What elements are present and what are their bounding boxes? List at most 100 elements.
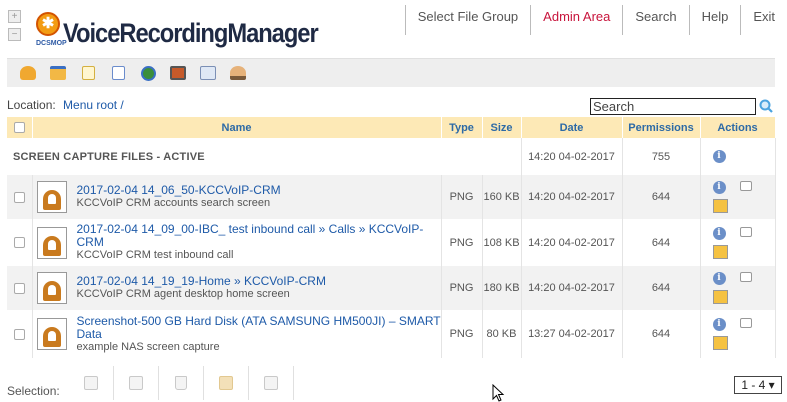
file-date: 14:20 04-02-2017 [521, 219, 623, 266]
row-checkbox[interactable] [13, 237, 25, 249]
row-checkbox[interactable] [13, 191, 25, 203]
table-row[interactable]: 2017-02-04 14_06_50-KCCVoIP-CRM KCCVoIP … [7, 175, 776, 219]
selection-label: Selection: [7, 384, 60, 398]
archive-selection-button[interactable] [249, 366, 294, 400]
gallery-icon [170, 66, 186, 80]
top-navigation: Select File Group Admin Area Search Help… [404, 5, 787, 35]
group-row[interactable]: SCREEN CAPTURE FILES - ACTIVE 14:20 04-0… [7, 138, 776, 175]
lock-selection-button[interactable] [204, 366, 249, 400]
logo-mark-icon: ✱ [36, 12, 60, 36]
edit-icon[interactable] [739, 272, 752, 282]
download-icon[interactable] [712, 244, 728, 259]
upload-icon [111, 66, 125, 80]
globe-button[interactable] [133, 62, 163, 84]
edit-icon[interactable] [739, 181, 752, 191]
details-view-icon [200, 66, 216, 80]
info-icon[interactable]: i [712, 226, 726, 240]
location-path-link[interactable]: Menu root / [63, 98, 124, 112]
search-input[interactable] [590, 98, 756, 115]
move-icon [129, 376, 143, 390]
file-name-link[interactable]: 2017-02-04 14_09_00-IBC_ test inbound ca… [77, 223, 441, 249]
mouse-cursor-icon [492, 384, 505, 402]
file-thumbnail-icon[interactable] [36, 226, 67, 259]
select-all-cell[interactable] [7, 117, 33, 138]
header-date[interactable]: Date [521, 117, 623, 138]
selection-actions [69, 366, 294, 400]
file-thumbnail-icon[interactable] [36, 181, 67, 213]
group-date: 14:20 04-02-2017 [521, 138, 623, 175]
new-file-button[interactable] [73, 62, 103, 84]
users-icon [230, 66, 246, 80]
nav-admin-area[interactable]: Admin Area [530, 5, 622, 35]
header-size[interactable]: Size [482, 117, 522, 138]
header-actions: Actions [700, 117, 776, 138]
file-description: KCCVoIP CRM agent desktop home screen [76, 288, 290, 300]
file-thumbnail-icon[interactable] [36, 318, 67, 350]
search-icon[interactable] [759, 99, 773, 113]
table-row[interactable]: Screenshot-500 GB Hard Disk (ATA SAMSUNG… [7, 310, 776, 358]
up-folder-icon [20, 66, 36, 80]
file-type: PNG [441, 219, 483, 266]
file-name-cell: 2017-02-04 14_09_00-IBC_ test inbound ca… [32, 219, 442, 266]
copy-selection-button[interactable] [69, 366, 114, 400]
file-name-link[interactable]: 2017-02-04 14_06_50-KCCVoIP-CRM [77, 184, 441, 197]
file-permissions: 644 [622, 266, 701, 310]
table-row[interactable]: 2017-02-04 14_19_19-Home » KCCVoIP-CRM K… [7, 266, 776, 310]
header-name[interactable]: Name [32, 117, 442, 138]
file-permissions: 644 [622, 219, 701, 266]
row-checkbox[interactable] [13, 328, 25, 340]
group-title[interactable]: SCREEN CAPTURE FILES - ACTIVE [7, 138, 522, 175]
delete-selection-button[interactable] [159, 366, 204, 400]
archive-icon [264, 376, 278, 390]
upload-button[interactable] [103, 62, 133, 84]
file-date: 14:20 04-02-2017 [521, 266, 623, 310]
download-icon[interactable] [712, 290, 728, 304]
file-type: PNG [441, 310, 483, 358]
users-button[interactable] [223, 62, 253, 84]
window-controls: + − [8, 10, 22, 46]
selection-bar: Selection: 1 - 4 ▾ [7, 366, 782, 402]
page-selector[interactable]: 1 - 4 ▾ [734, 376, 782, 394]
header-type[interactable]: Type [441, 117, 483, 138]
file-name-cell: 2017-02-04 14_19_19-Home » KCCVoIP-CRM K… [32, 266, 442, 310]
select-all-checkbox[interactable] [13, 122, 25, 134]
nav-exit[interactable]: Exit [740, 5, 787, 35]
toolbar [7, 58, 775, 87]
edit-icon[interactable] [739, 318, 752, 328]
info-icon[interactable]: i [712, 318, 726, 331]
collapse-icon[interactable]: − [8, 28, 21, 41]
file-name-cell: Screenshot-500 GB Hard Disk (ATA SAMSUNG… [32, 310, 442, 358]
file-type: PNG [441, 266, 483, 310]
gallery-button[interactable] [163, 62, 193, 84]
new-folder-icon [50, 66, 66, 80]
edit-icon[interactable] [739, 226, 752, 237]
info-icon[interactable]: i [712, 150, 726, 163]
nav-select-file-group[interactable]: Select File Group [404, 5, 530, 35]
file-name-link[interactable]: Screenshot-500 GB Hard Disk (ATA SAMSUNG… [77, 314, 441, 341]
download-icon[interactable] [712, 336, 728, 350]
info-icon[interactable]: i [712, 181, 726, 194]
move-selection-button[interactable] [114, 366, 159, 400]
file-thumbnail-icon[interactable] [36, 272, 67, 304]
expand-icon[interactable]: + [8, 10, 21, 23]
table-row[interactable]: 2017-02-04 14_09_00-IBC_ test inbound ca… [7, 219, 776, 266]
info-icon[interactable]: i [712, 272, 726, 285]
file-name-cell: 2017-02-04 14_06_50-KCCVoIP-CRM KCCVoIP … [32, 175, 442, 219]
row-checkbox[interactable] [13, 282, 25, 294]
file-size: 108 KB [482, 219, 522, 266]
new-folder-button[interactable] [43, 62, 73, 84]
file-size: 80 KB [482, 310, 522, 358]
up-folder-button[interactable] [13, 62, 43, 84]
download-icon[interactable] [712, 199, 728, 213]
file-description: KCCVoIP CRM accounts search screen [76, 197, 271, 209]
header-permissions[interactable]: Permissions [622, 117, 701, 138]
file-name-link[interactable]: 2017-02-04 14_19_19-Home » KCCVoIP-CRM [77, 275, 441, 288]
nav-help[interactable]: Help [688, 5, 741, 35]
nav-search[interactable]: Search [622, 5, 688, 35]
file-permissions: 644 [622, 175, 701, 219]
file-size: 160 KB [482, 175, 522, 219]
details-view-button[interactable] [193, 62, 223, 84]
app-header: + − ✱ DCSMOP VoiceRecordingManager Selec… [0, 0, 787, 56]
new-file-icon [81, 66, 95, 80]
group-permissions: 755 [622, 138, 701, 175]
